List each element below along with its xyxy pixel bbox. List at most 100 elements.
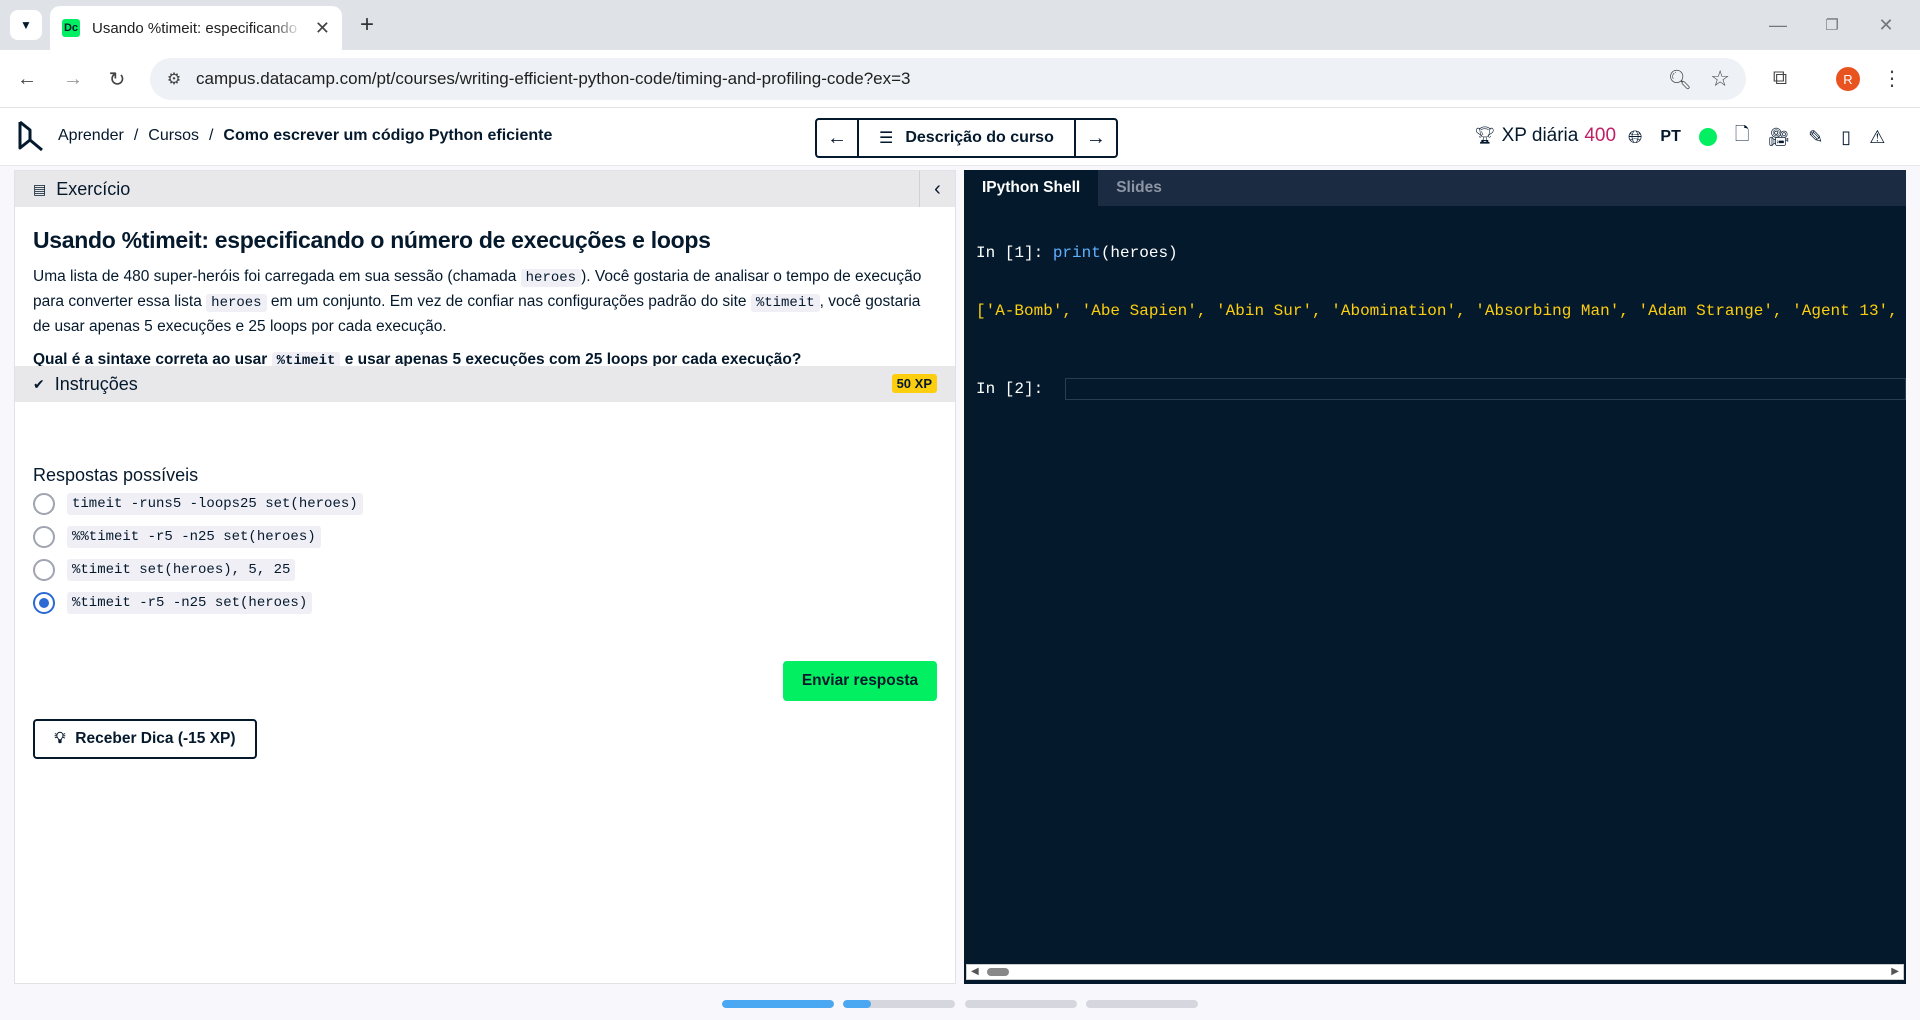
breadcrumb-courses-link[interactable]: Cursos [148, 127, 199, 145]
datacamp-favicon-icon: Dc [62, 19, 80, 37]
forward-arrow-icon[interactable]: → [58, 64, 88, 94]
course-description-button[interactable]: ☰ Descrição do curso [857, 120, 1076, 156]
lightbulb-icon: 💡︎ [54, 730, 66, 747]
exercise-section-label: Exercício [56, 178, 131, 199]
language-label[interactable]: PT [1660, 128, 1680, 146]
document-icon: ▤ [33, 180, 47, 197]
restore-window-icon[interactable]: ❐ [1812, 10, 1852, 40]
chevron-down-icon: ▼ [20, 18, 32, 32]
answers-heading: Respostas possíveis [33, 465, 199, 485]
exercise-panel: ▤ Exercício ‹ Usando %timeit: especifica… [14, 170, 956, 984]
trophy-icon: 🏆︎ [1474, 126, 1496, 145]
minimize-window-icon[interactable]: — [1758, 10, 1798, 40]
previous-exercise-button[interactable]: ← [817, 120, 857, 156]
browser-menu-icon[interactable]: ⋮ [1882, 63, 1902, 93]
warning-icon[interactable]: ⚠ [1869, 127, 1885, 148]
globe-icon[interactable]: 🌐︎ [1628, 127, 1642, 148]
exercise-description: Uma lista de 480 super-heróis foi carreg… [33, 265, 938, 339]
console-input-field[interactable] [1064, 378, 1906, 400]
progress-segment[interactable] [1086, 1000, 1198, 1008]
course-description-label: Descrição do curso [905, 129, 1054, 146]
tab-title: Usando %timeit: especificando o número d… [92, 19, 302, 37]
xp-badge: 50 XP [891, 374, 937, 393]
arrow-right-icon: → [1085, 126, 1106, 149]
site-settings-icon[interactable]: ⚙ [164, 69, 184, 89]
progress-segment[interactable] [722, 1000, 834, 1008]
profile-avatar[interactable]: R [1836, 67, 1860, 91]
get-hint-button[interactable]: 💡︎ Receber Dica (-15 XP) [33, 719, 257, 759]
input-prompt: In [2]: [976, 380, 1053, 398]
breadcrumb: Aprender / Cursos / Como escrever um cód… [58, 127, 552, 145]
datacamp-header: Aprender / Cursos / Como escrever um cód… [0, 108, 1920, 166]
check-circle-icon: ✔ [33, 375, 45, 392]
daily-xp-value: 400 [1584, 125, 1617, 146]
tab-ipython-shell[interactable]: IPython Shell [964, 170, 1099, 206]
breadcrumb-learn-link[interactable]: Aprender [58, 127, 124, 145]
radio-button[interactable] [33, 493, 55, 515]
address-bar[interactable]: ⚙ campus.datacamp.com/pt/courses/writing… [150, 58, 1746, 100]
input-prompt: In [1]: [976, 244, 1053, 262]
radio-button[interactable] [33, 559, 55, 581]
progress-fill [722, 1000, 834, 1008]
desc-text: em um conjunto. Em vez de confiar nas co… [266, 293, 751, 310]
extensions-puzzle-icon[interactable]: ⧉ [1766, 63, 1794, 93]
console-output-line: ['A-Bomb', 'Abe Sapien', 'Abin Sur', 'Ab… [976, 302, 1898, 320]
status-indicator [1698, 128, 1717, 146]
reload-icon[interactable]: ↻ [102, 64, 132, 94]
back-arrow-icon[interactable]: ← [12, 64, 42, 94]
radio-button-selected[interactable] [33, 592, 55, 614]
close-tab-icon[interactable]: ✕ [315, 18, 330, 39]
progress-segment[interactable] [843, 1000, 955, 1008]
menu-lines-icon: ☰ [879, 130, 894, 147]
breadcrumb-current-course[interactable]: Como escrever um código Python eficiente [223, 127, 552, 145]
ipython-shell[interactable]: In [1]: print(heroes) ['A-Bomb', 'Abe Sa… [976, 206, 1906, 436]
mobile-phone-icon[interactable]: ▯ [1841, 127, 1851, 148]
new-tab-button[interactable]: + [352, 10, 382, 40]
answer-option-1[interactable]: timeit -runs5 -loops25 set(heroes) [33, 493, 363, 515]
inline-code: heroes [520, 269, 582, 287]
radio-button[interactable] [33, 526, 55, 548]
video-camera-icon[interactable]: 🎥︎ [1767, 127, 1790, 148]
answer-option-2[interactable]: %%timeit -r5 -n25 set(heroes) [33, 526, 321, 548]
bookmark-star-icon[interactable]: ☆ [1710, 66, 1730, 92]
browser-toolbar: ← → ↻ ⚙ campus.datacamp.com/pt/courses/w… [0, 50, 1920, 108]
exercise-title: Usando %timeit: especificando o número d… [33, 227, 711, 253]
url-text[interactable]: campus.datacamp.com/pt/courses/writing-e… [196, 69, 911, 89]
scrollbar-thumb[interactable] [987, 968, 1009, 976]
progress-segment[interactable] [965, 1000, 1077, 1008]
submit-answer-button[interactable]: Enviar resposta [783, 661, 937, 701]
next-exercise-button[interactable]: → [1076, 120, 1116, 156]
instructions-section-header: ✔ Instruções 50 XP [15, 366, 955, 402]
answer-option-4[interactable]: %timeit -r5 -n25 set(heroes) [33, 592, 313, 614]
hint-label: Receber Dica (-15 XP) [75, 730, 236, 747]
chevron-left-icon: ‹ [934, 177, 941, 200]
course-navigation: ← ☰ Descrição do curso → [815, 118, 1118, 158]
scroll-left-icon[interactable]: ◀ [971, 966, 979, 977]
header-tools: 🌐︎ PT 🗋 🎥︎ ✎ ▯ ⚠ [1628, 122, 1885, 152]
console-tabs: IPython Shell Slides [964, 170, 1906, 206]
code-text: (heroes) [1100, 244, 1178, 262]
answer-code: timeit -runs5 -loops25 set(heroes) [67, 493, 363, 515]
browser-tab-strip: ▼ Dc Usando %timeit: especificando o núm… [0, 0, 1920, 50]
answer-option-3[interactable]: %timeit set(heroes), 5, 25 [33, 559, 296, 581]
inline-code: heroes [206, 294, 267, 312]
browser-tab-active[interactable]: Dc Usando %timeit: especificando o númer… [50, 6, 342, 50]
collapse-panel-button[interactable]: ‹ [919, 171, 955, 207]
answer-code: %timeit -r5 -n25 set(heroes) [67, 592, 313, 614]
tab-search-button[interactable]: ▼ [10, 10, 42, 40]
document-icon[interactable]: 🗋 [1735, 122, 1749, 152]
console-active-input: In [2]: [976, 378, 1906, 400]
breadcrumb-separator: / [208, 127, 214, 144]
daily-xp[interactable]: 🏆︎ XP diária 400 [1474, 125, 1616, 147]
tab-slides[interactable]: Slides [1098, 170, 1180, 206]
zoom-icon[interactable]: 🔍︎ [1668, 68, 1692, 92]
exercise-section-header: ▤ Exercício ‹ [15, 171, 955, 207]
close-window-icon[interactable]: ✕ [1866, 10, 1906, 40]
instructions-label: Instruções [54, 373, 138, 394]
breadcrumb-separator: / [133, 127, 139, 144]
datacamp-logo-icon[interactable] [16, 118, 46, 154]
pencil-icon[interactable]: ✎ [1808, 127, 1823, 148]
horizontal-scrollbar[interactable]: ◀ ▶ [966, 964, 1904, 980]
scroll-right-icon[interactable]: ▶ [1891, 966, 1899, 977]
console-input-line: In [1]: print(heroes) [976, 242, 1906, 264]
